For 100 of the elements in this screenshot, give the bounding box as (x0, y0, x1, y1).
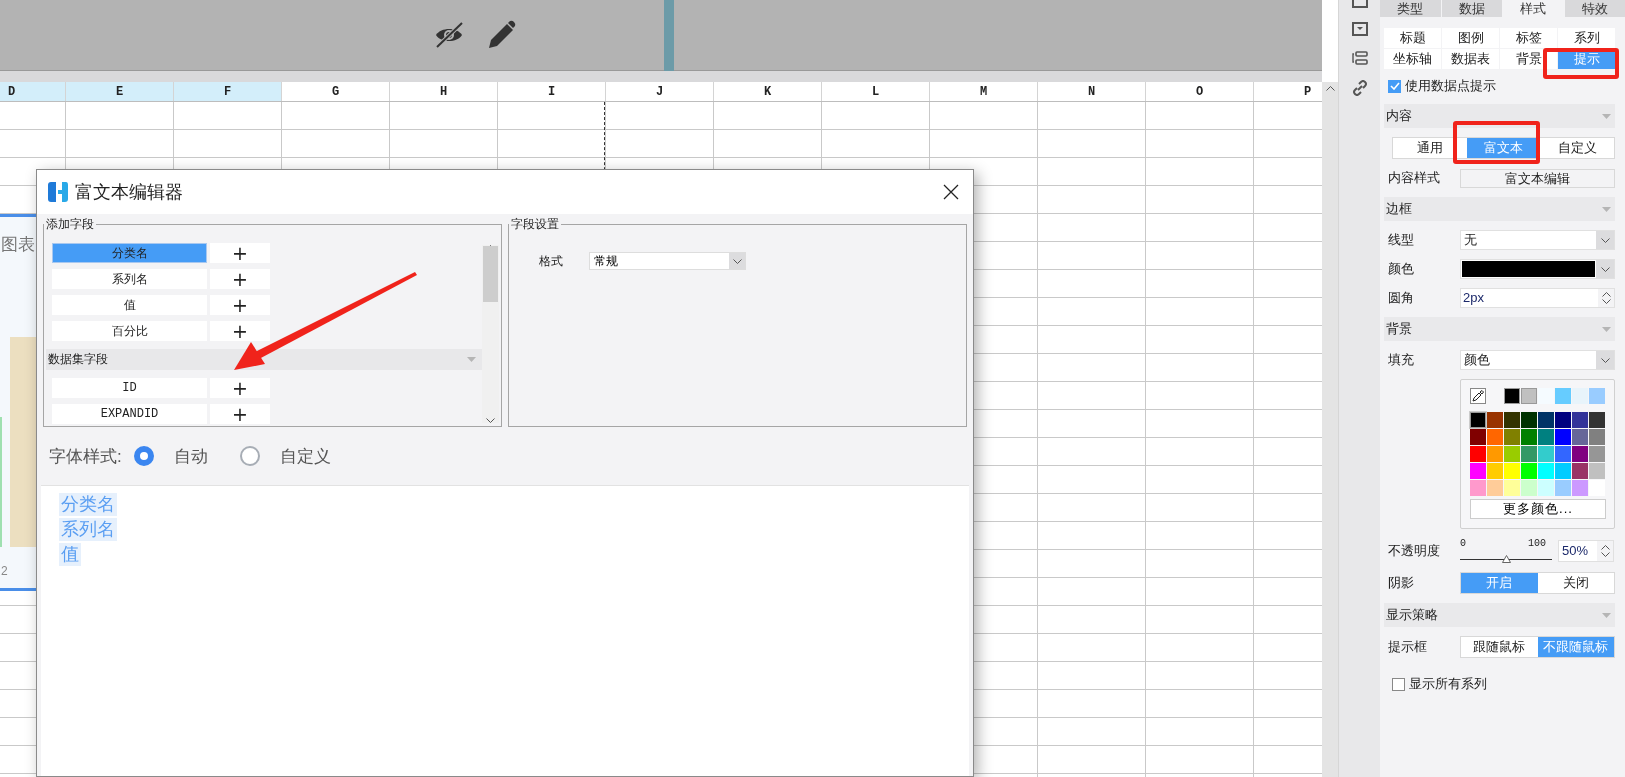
number-field[interactable]: 50% (1558, 539, 1614, 562)
color-swatch[interactable] (1470, 412, 1486, 428)
caret-icon[interactable] (1602, 612, 1611, 618)
radio-option[interactable]: 自动 (133, 444, 208, 468)
color-swatch[interactable] (1504, 480, 1520, 496)
color-swatch[interactable] (1589, 429, 1605, 445)
scrollbar[interactable] (482, 245, 499, 423)
color-swatch[interactable] (1487, 412, 1503, 428)
color-swatch[interactable] (1555, 388, 1571, 404)
color-dropdown[interactable] (1460, 259, 1615, 279)
color-swatch[interactable] (1504, 429, 1520, 445)
section-header[interactable]: 数据集字段 (46, 349, 482, 370)
radio-button[interactable] (239, 446, 260, 466)
column-header[interactable]: D (0, 82, 66, 101)
dropdown[interactable]: 颜色 (1460, 350, 1615, 370)
add-button[interactable]: + (210, 269, 270, 289)
color-swatch[interactable] (1572, 463, 1588, 479)
color-swatch[interactable] (1572, 388, 1588, 404)
color-swatch[interactable] (1555, 480, 1571, 496)
caret-icon[interactable] (1602, 206, 1611, 212)
section-header[interactable]: 背景 (1384, 317, 1615, 341)
field-item[interactable]: 分类名 (52, 243, 207, 263)
eyedropper-icon[interactable] (1470, 388, 1486, 404)
splitter-bar[interactable] (664, 0, 674, 71)
sub-tab[interactable]: 图例 (1442, 28, 1499, 48)
number-field[interactable]: 2px (1460, 288, 1615, 308)
field-item[interactable]: ID (52, 378, 207, 398)
color-swatch[interactable] (1589, 480, 1605, 496)
field-item[interactable]: 系列名 (52, 269, 207, 289)
eye-slash-icon[interactable] (434, 22, 464, 48)
caret-icon[interactable] (467, 357, 476, 362)
slider-thumb[interactable] (1502, 555, 1511, 563)
list-icon[interactable] (1351, 50, 1368, 66)
checkbox[interactable]: 使用数据点提示 (1388, 78, 1615, 94)
color-swatch[interactable] (1521, 446, 1537, 462)
color-swatch[interactable] (1538, 463, 1554, 479)
column-header[interactable]: F (174, 82, 282, 101)
tray-icon[interactable] (1351, 22, 1368, 36)
color-swatch[interactable] (1504, 446, 1520, 462)
tab[interactable]: 类型 (1380, 0, 1441, 17)
color-swatch[interactable] (1470, 463, 1486, 479)
add-button[interactable]: + (210, 321, 270, 341)
color-swatch[interactable] (1521, 480, 1537, 496)
color-swatch[interactable] (1572, 412, 1588, 428)
color-swatch[interactable] (1504, 388, 1520, 404)
checkbox-box[interactable] (1392, 677, 1405, 691)
add-button[interactable]: + (210, 295, 270, 315)
add-button[interactable]: + (210, 243, 270, 263)
color-swatch[interactable] (1589, 388, 1605, 404)
color-swatch[interactable] (1521, 463, 1537, 479)
radio-button[interactable] (133, 446, 154, 466)
section-header[interactable]: 边框 (1384, 197, 1615, 221)
checkbox[interactable]: 显示所有系列 (1392, 676, 1615, 692)
color-swatch[interactable] (1572, 429, 1588, 445)
color-swatch[interactable] (1555, 412, 1571, 428)
color-swatch[interactable] (1555, 446, 1571, 462)
add-button[interactable]: + (210, 404, 270, 424)
color-swatch[interactable] (1470, 429, 1486, 445)
sub-tab[interactable]: 坐标轴 (1384, 49, 1441, 69)
section-header[interactable]: 内容 (1384, 104, 1615, 128)
color-swatch[interactable] (1470, 446, 1486, 462)
color-swatch[interactable] (1555, 463, 1571, 479)
color-swatch[interactable] (1538, 388, 1554, 404)
column-header[interactable]: E (66, 82, 174, 101)
caret-icon[interactable] (1602, 326, 1611, 332)
section-header[interactable]: 显示策略 (1384, 603, 1615, 627)
tab[interactable]: 特效 (1564, 0, 1625, 17)
pencil-icon[interactable] (486, 20, 516, 50)
color-swatch[interactable] (1521, 412, 1537, 428)
link-icon[interactable] (1351, 80, 1368, 96)
color-swatch[interactable] (1504, 463, 1520, 479)
color-swatch[interactable] (1521, 388, 1537, 404)
color-swatch[interactable] (1487, 480, 1503, 496)
color-swatch[interactable] (1589, 463, 1605, 479)
color-swatch[interactable] (1538, 480, 1554, 496)
scrollbar[interactable] (1322, 82, 1338, 777)
caret-icon[interactable] (1602, 113, 1611, 119)
checkbox-box[interactable] (1388, 79, 1401, 93)
color-swatch[interactable] (1589, 446, 1605, 462)
color-swatch[interactable] (1555, 429, 1571, 445)
sub-tab[interactable]: 标题 (1384, 28, 1441, 48)
field-item[interactable]: 百分比 (52, 321, 207, 341)
dropdown[interactable]: 无 (1460, 230, 1615, 250)
format-dropdown[interactable]: 常规 (589, 252, 746, 270)
color-swatch[interactable] (1572, 446, 1588, 462)
field-item[interactable]: 值 (52, 295, 207, 315)
color-swatch[interactable] (1504, 412, 1520, 428)
color-swatch[interactable] (1572, 480, 1588, 496)
sub-tab[interactable]: 数据表 (1442, 49, 1499, 69)
field-item[interactable]: EXPANDID (52, 404, 207, 424)
color-swatch[interactable] (1538, 429, 1554, 445)
color-swatch[interactable] (1470, 480, 1486, 496)
color-swatch[interactable] (1538, 446, 1554, 462)
add-button[interactable]: + (210, 378, 270, 398)
radio-option[interactable]: 自定义 (239, 444, 331, 468)
color-swatch[interactable] (1521, 429, 1537, 445)
sub-tab[interactable]: 系列 (1558, 28, 1615, 48)
editor-button[interactable]: 富文本编辑 (1460, 168, 1615, 188)
more-colors-button[interactable]: 更多颜色... (1470, 499, 1606, 519)
tab[interactable]: 数据 (1441, 0, 1502, 17)
